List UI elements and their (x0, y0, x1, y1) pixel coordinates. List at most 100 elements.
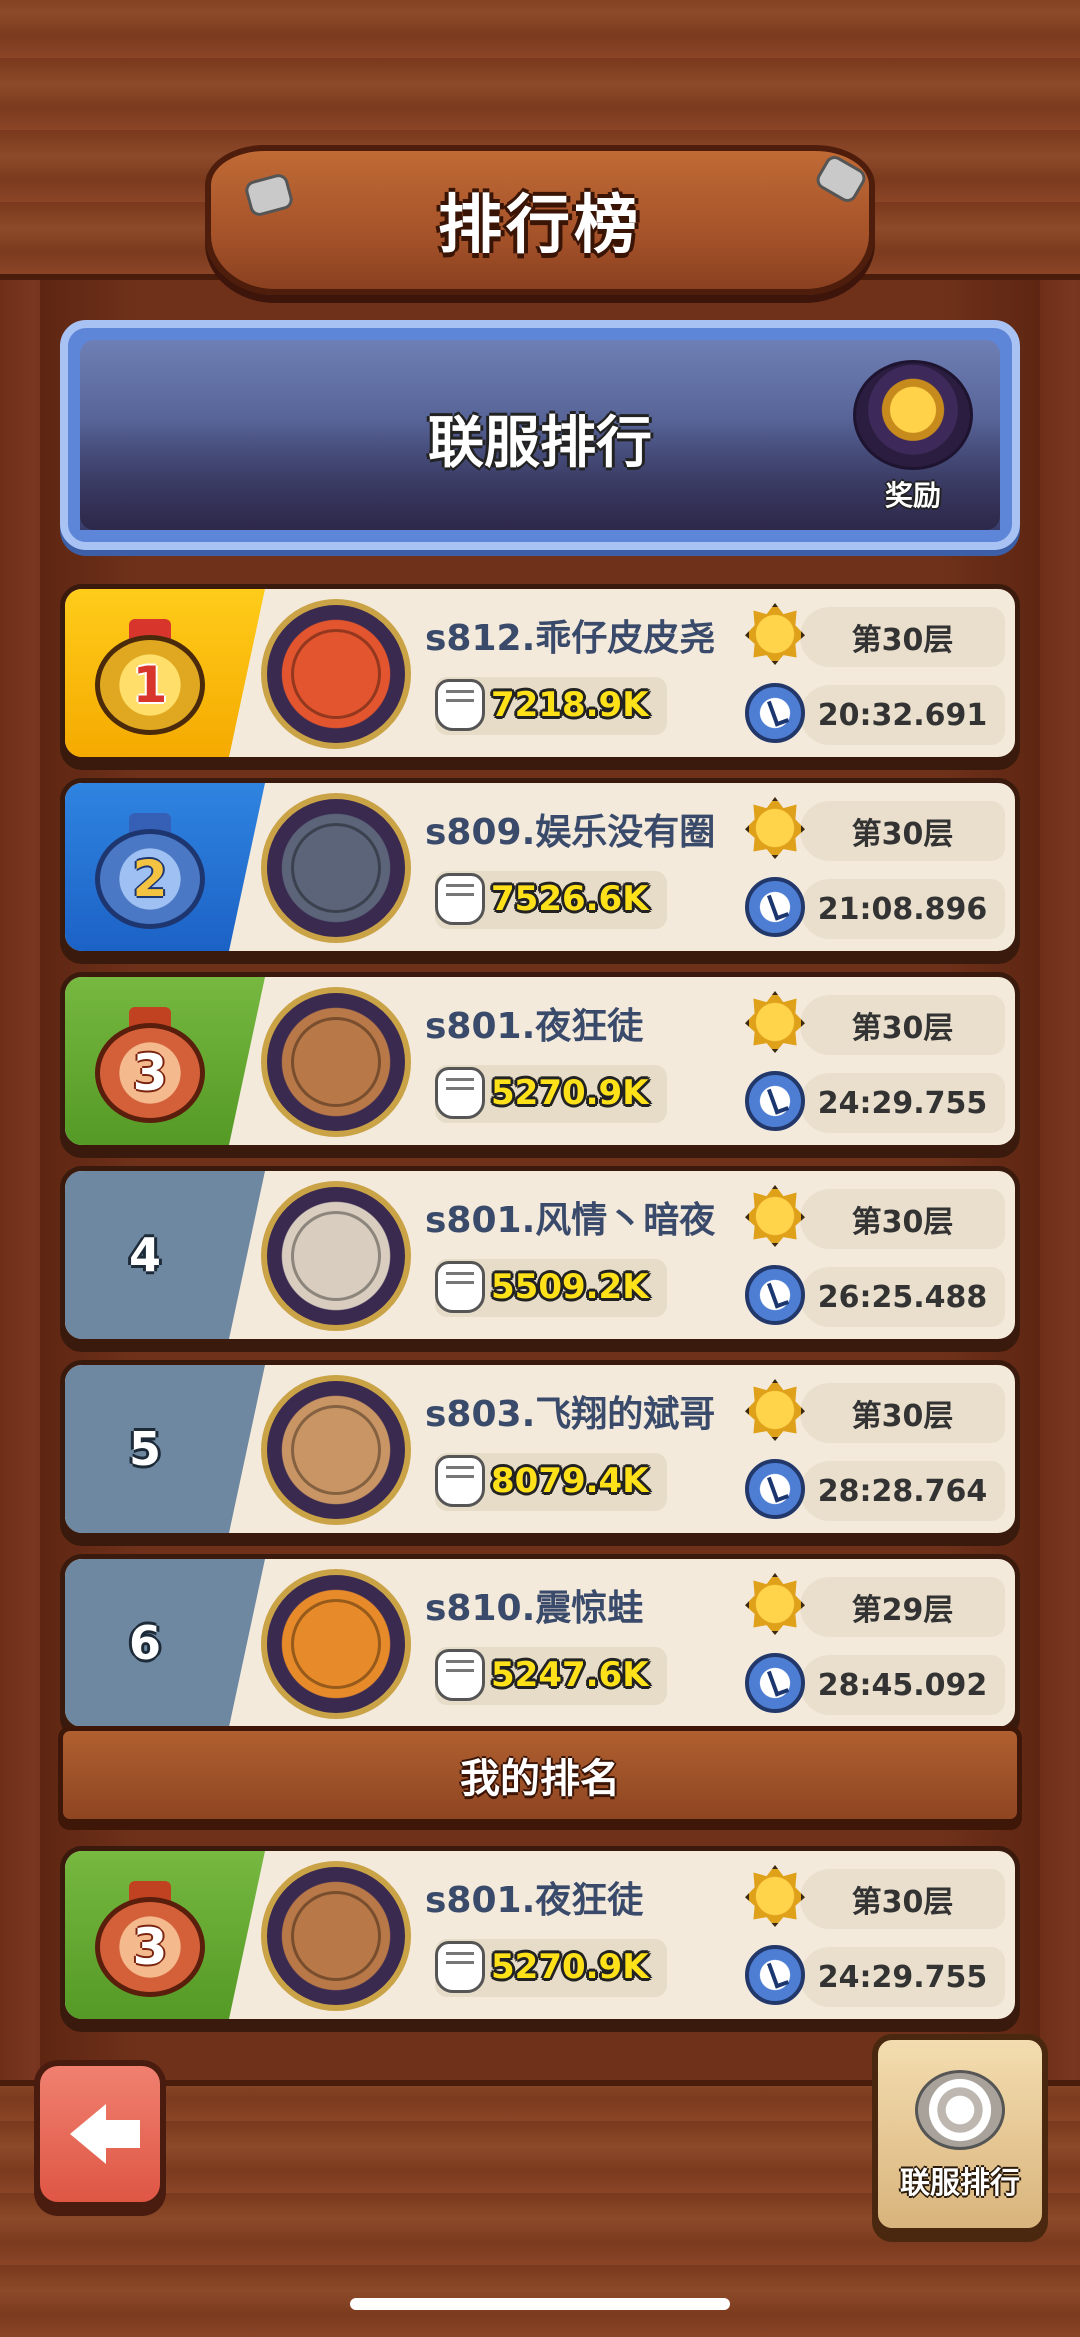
player-name: s803.飞翔的斌哥 (425, 1394, 716, 1435)
clock-icon (745, 877, 805, 937)
avatar-face (291, 1211, 381, 1301)
clock-icon (745, 1459, 805, 1519)
power-value: 7218.9K (491, 685, 649, 725)
power-value: 5509.2K (491, 1267, 649, 1307)
home-indicator (350, 2298, 730, 2310)
player-name: s812.乖仔皮皮尧 (425, 618, 716, 659)
reward-label: 奖励 (884, 479, 941, 512)
floor-value: 第30层 (800, 1869, 1005, 1929)
rank-medal-icon: 3 (95, 1881, 205, 2001)
clock-icon (745, 1265, 805, 1325)
avatar-face (291, 1405, 381, 1495)
fist-icon (435, 679, 485, 731)
avatar-face (291, 629, 381, 719)
rank-number: 6 (128, 1616, 161, 1670)
cross-server-ranking-label: 联服排行 (900, 2166, 1020, 2201)
crown-icon (745, 797, 805, 859)
player-name: s809.娱乐没有圈 (425, 812, 716, 853)
leaderboard-row[interactable]: 2 s809.娱乐没有圈 7526.6K 第30层 21:08.896 (60, 778, 1020, 956)
power-box: 5247.6K (435, 1647, 667, 1705)
clock-icon (745, 1945, 805, 2005)
rank-number: 3 (132, 1044, 168, 1102)
title-sign: 排行榜 (205, 145, 875, 295)
crown-icon (745, 603, 805, 665)
floor-value: 第30层 (800, 1189, 1005, 1249)
power-value: 5270.9K (491, 1947, 649, 1987)
avatar-face (291, 1599, 381, 1689)
time-value: 20:32.691 (800, 685, 1005, 745)
rank-medal-icon: 1 (95, 619, 205, 739)
floor-value: 第30层 (800, 1383, 1005, 1443)
rank-medal-icon: 2 (95, 813, 205, 933)
player-avatar[interactable] (261, 1375, 411, 1525)
treasure-chest-icon (853, 360, 973, 470)
player-avatar[interactable] (261, 1181, 411, 1331)
cross-server-ranking-button[interactable]: 联服排行 (872, 2034, 1048, 2234)
player-avatar[interactable] (261, 1569, 411, 1719)
leaderboard-row[interactable]: 4 s801.风情丶暗夜 5509.2K 第30层 26:25.488 (60, 1166, 1020, 1344)
avatar-face (291, 1017, 381, 1107)
power-box: 5270.9K (435, 1065, 667, 1123)
power-value: 5247.6K (491, 1655, 649, 1695)
rank-number: 3 (132, 1918, 168, 1976)
time-value: 24:29.755 (800, 1947, 1005, 2007)
avatar-face (291, 823, 381, 913)
rank-number: 1 (132, 656, 168, 714)
rank-number: 2 (132, 850, 168, 908)
floor-value: 第29层 (800, 1577, 1005, 1637)
fist-icon (435, 1941, 485, 1993)
time-value: 28:28.764 (800, 1461, 1005, 1521)
floor-value: 第30层 (800, 607, 1005, 667)
crown-icon (745, 1865, 805, 1927)
player-avatar[interactable] (261, 987, 411, 1137)
player-name: s810.震惊蛙 (425, 1588, 644, 1629)
power-box: 5509.2K (435, 1259, 667, 1317)
avatar-face (291, 1891, 381, 1981)
power-value: 7526.6K (491, 879, 649, 919)
medal-disc: 3 (95, 1023, 205, 1123)
leaderboard-row[interactable]: 5 s803.飞翔的斌哥 8079.4K 第30层 28:28.764 (60, 1360, 1020, 1538)
reward-button[interactable]: 奖励 (848, 360, 978, 520)
fist-icon (435, 1455, 485, 1507)
swirl-icon (915, 2070, 1005, 2150)
rank-medal-icon: 3 (95, 1007, 205, 1127)
fist-icon (435, 1261, 485, 1313)
crown-icon (745, 1379, 805, 1441)
clock-icon (745, 683, 805, 743)
page-title: 排行榜 (438, 189, 642, 263)
power-box: 5270.9K (435, 1939, 667, 1997)
crown-icon (745, 1573, 805, 1635)
floor-value: 第30层 (800, 801, 1005, 861)
power-value: 8079.4K (491, 1461, 649, 1501)
power-box: 7526.6K (435, 871, 667, 929)
rank-number: 4 (128, 1228, 161, 1282)
player-avatar[interactable] (261, 599, 411, 749)
leaderboard-row[interactable]: 3 s801.夜狂徒 5270.9K 第30层 24:29.755 (60, 972, 1020, 1150)
crown-icon (745, 1185, 805, 1247)
my-rank-row[interactable]: 3 s801.夜狂徒 5270.9K 第30层 24:29.755 (60, 1846, 1020, 2024)
power-value: 5270.9K (491, 1073, 649, 1113)
fist-icon (435, 1649, 485, 1701)
player-avatar[interactable] (261, 1861, 411, 2011)
leaderboard-row[interactable]: 6 s810.震惊蛙 5247.6K 第29层 28:45.092 (60, 1554, 1020, 1732)
fist-icon (435, 873, 485, 925)
floor-value: 第30层 (800, 995, 1005, 1055)
my-rank-header: 我的排名 (58, 1726, 1022, 1824)
time-value: 26:25.488 (800, 1267, 1005, 1327)
clock-icon (745, 1071, 805, 1131)
crown-icon (745, 991, 805, 1053)
medal-disc: 3 (95, 1897, 205, 1997)
player-name: s801.夜狂徒 (425, 1880, 644, 1921)
power-box: 7218.9K (435, 677, 667, 735)
medal-disc: 2 (95, 829, 205, 929)
clock-icon (745, 1653, 805, 1713)
bolt-icon (243, 171, 295, 219)
player-avatar[interactable] (261, 793, 411, 943)
leaderboard-row[interactable]: 1 s812.乖仔皮皮尧 7218.9K 第30层 20:32.691 (60, 584, 1020, 762)
rank-number: 5 (128, 1422, 161, 1476)
time-value: 21:08.896 (800, 879, 1005, 939)
time-value: 28:45.092 (800, 1655, 1005, 1715)
player-name: s801.风情丶暗夜 (425, 1200, 716, 1241)
medal-disc: 1 (95, 635, 205, 735)
back-button[interactable] (34, 2060, 166, 2208)
